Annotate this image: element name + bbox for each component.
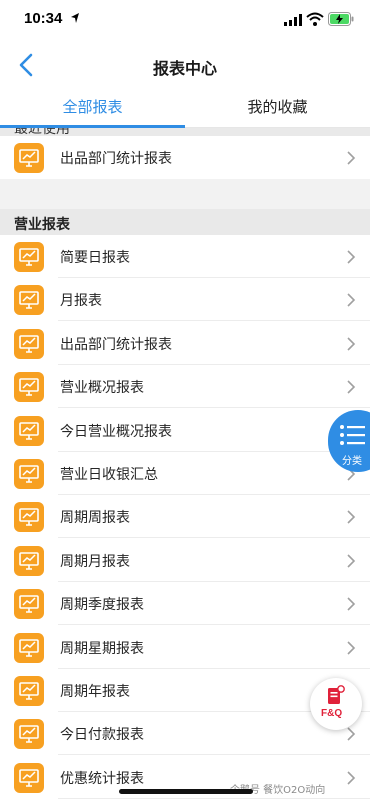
list-item[interactable]: 周期星期报表 bbox=[0, 626, 370, 669]
list-item[interactable]: 简要日报表 bbox=[0, 235, 370, 278]
chevron-right-icon bbox=[347, 641, 356, 655]
status-bar: 10:34 bbox=[0, 0, 370, 40]
tab-bar: 全部报表 我的收藏 bbox=[0, 88, 370, 128]
row-divider bbox=[58, 537, 370, 538]
chart-monitor-icon bbox=[14, 546, 44, 576]
row-divider bbox=[58, 798, 370, 799]
chart-monitor-icon bbox=[14, 242, 44, 272]
report-center-screen: 10:34 报表中心 全部报表 我的收藏 最近使用 出品部门统计报表 营业报表 … bbox=[0, 0, 370, 802]
list-item-label: 出品部门统计报表 bbox=[60, 151, 172, 167]
list-item[interactable]: 出品部门统计报表 bbox=[0, 322, 370, 365]
page-title: 报表中心 bbox=[152, 59, 217, 78]
chart-monitor-icon bbox=[14, 719, 44, 749]
section-header-business: 营业报表 bbox=[0, 209, 370, 235]
list-item[interactable]: 月报表 bbox=[0, 278, 370, 321]
section-header-recent: 最近使用 bbox=[0, 128, 370, 136]
list-item-label: 出品部门统计报表 bbox=[60, 337, 172, 353]
list-item-label: 简要日报表 bbox=[60, 250, 130, 266]
list-item-label: 今日营业概况报表 bbox=[60, 424, 172, 440]
chevron-right-icon bbox=[347, 554, 356, 568]
section-spacer bbox=[0, 179, 370, 209]
list-item-label: 周期年报表 bbox=[60, 684, 130, 700]
chevron-right-icon bbox=[347, 337, 356, 351]
chart-monitor-icon bbox=[14, 285, 44, 315]
chart-monitor-icon bbox=[14, 329, 44, 359]
list-item-label: 营业概况报表 bbox=[60, 380, 144, 396]
list-item-label: 周期月报表 bbox=[60, 554, 130, 570]
chevron-right-icon bbox=[347, 597, 356, 611]
tab-all-reports[interactable]: 全部报表 bbox=[0, 88, 185, 128]
chart-monitor-icon bbox=[14, 676, 44, 706]
chart-monitor-icon bbox=[14, 633, 44, 663]
document-question-icon bbox=[328, 685, 345, 704]
list-item[interactable]: 周期季度报表 bbox=[0, 582, 370, 625]
category-fab-label: 分类 bbox=[342, 456, 362, 467]
wifi-icon bbox=[306, 12, 324, 26]
row-divider bbox=[58, 320, 370, 321]
list-item-label: 周期季度报表 bbox=[60, 597, 144, 613]
faq-fab-label: F&Q bbox=[321, 708, 343, 719]
row-divider bbox=[58, 407, 370, 408]
chevron-right-icon bbox=[347, 250, 356, 264]
list-menu-icon bbox=[340, 425, 365, 445]
chart-monitor-icon bbox=[14, 372, 44, 402]
location-arrow-icon bbox=[71, 13, 79, 23]
chevron-right-icon bbox=[347, 293, 356, 307]
list-item-label: 周期星期报表 bbox=[60, 641, 144, 657]
chart-monitor-icon bbox=[14, 143, 44, 173]
list-item-label: 优惠统计报表 bbox=[60, 771, 144, 787]
chart-monitor-icon bbox=[14, 589, 44, 619]
home-indicator[interactable] bbox=[119, 789, 253, 794]
faq-fab-button[interactable]: F&Q bbox=[310, 678, 362, 730]
list-item[interactable]: 周期周报表 bbox=[0, 495, 370, 538]
list-item[interactable]: 营业概况报表 bbox=[0, 365, 370, 408]
navigation-bar: 报表中心 bbox=[0, 42, 370, 88]
chart-monitor-icon bbox=[14, 416, 44, 446]
chart-monitor-icon bbox=[14, 763, 44, 793]
tab-my-favorites[interactable]: 我的收藏 bbox=[185, 88, 370, 128]
battery-charging-icon bbox=[328, 12, 354, 26]
list-item[interactable]: 出品部门统计报表 bbox=[0, 136, 370, 179]
list-item[interactable]: 周期月报表 bbox=[0, 539, 370, 582]
list-item[interactable]: 今日营业概况报表 bbox=[0, 409, 370, 452]
chevron-right-icon bbox=[347, 380, 356, 394]
list-item-label: 周期周报表 bbox=[60, 510, 130, 526]
list-item[interactable]: 营业日收银汇总 bbox=[0, 452, 370, 495]
chart-monitor-icon bbox=[14, 459, 44, 489]
cellular-signal-icon bbox=[284, 14, 302, 26]
section-title-recent: 最近使用 bbox=[14, 128, 70, 136]
list-item-label: 月报表 bbox=[60, 293, 102, 309]
row-divider bbox=[58, 624, 370, 625]
list-item-label: 今日付款报表 bbox=[60, 727, 144, 743]
chevron-right-icon bbox=[347, 510, 356, 524]
chevron-right-icon bbox=[347, 771, 356, 785]
section-title-business: 营业报表 bbox=[14, 217, 70, 233]
chevron-right-icon bbox=[347, 727, 356, 741]
chart-monitor-icon bbox=[14, 502, 44, 532]
list-item-label: 营业日收银汇总 bbox=[60, 467, 158, 483]
chevron-right-icon bbox=[347, 151, 356, 165]
status-time: 10:34 bbox=[24, 10, 63, 27]
row-divider bbox=[58, 754, 370, 755]
